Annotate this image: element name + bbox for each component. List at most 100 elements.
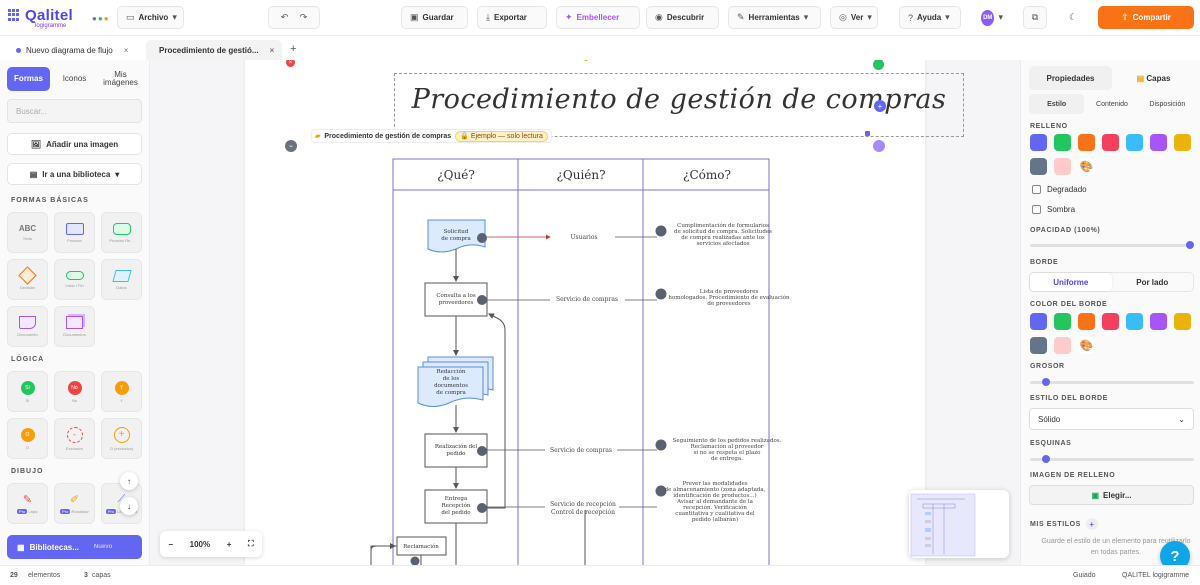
- border-color-swatch[interactable]: [1078, 313, 1095, 330]
- border-por-lado[interactable]: Por lado: [1112, 273, 1194, 291]
- shape-search-input[interactable]: Buscar...: [7, 99, 142, 123]
- diagram-canvas[interactable]: ¿Qué? ¿Quién? ¿Cómo? Solicitud de compra …: [150, 60, 1020, 565]
- dark-mode-toggle[interactable]: ☾: [1061, 6, 1085, 29]
- zoom-in-button[interactable]: +: [227, 540, 232, 549]
- logic-y[interactable]: YY: [101, 371, 142, 412]
- palette-icon[interactable]: 🎨: [1078, 337, 1095, 354]
- close-icon[interactable]: ×: [124, 46, 129, 55]
- thickness-slider[interactable]: [1030, 378, 1194, 386]
- logic-o[interactable]: OO: [7, 418, 48, 459]
- logic-no[interactable]: No No: [54, 371, 95, 412]
- border-mode-toggle: Uniforme Por lado: [1029, 272, 1194, 292]
- subtab-disposicion[interactable]: Disposición: [1140, 94, 1195, 114]
- border-color-swatch[interactable]: [1126, 313, 1143, 330]
- shape-inicio-fin[interactable]: Inicio / Fin: [54, 259, 95, 300]
- chevron-down-icon: ▾: [803, 12, 809, 22]
- present-button[interactable]: ⧉: [1023, 6, 1047, 29]
- archivo-menu-button[interactable]: ▭ Archivo ▾: [117, 6, 184, 29]
- tab-capas[interactable]: ▤ Capas: [1112, 66, 1195, 90]
- zoom-level[interactable]: 100%: [190, 540, 210, 549]
- border-color-swatch[interactable]: [1030, 313, 1047, 330]
- save-button[interactable]: ▣ Guardar: [401, 6, 468, 29]
- rotate-handle[interactable]: [873, 140, 885, 152]
- shape-documento[interactable]: Documento: [7, 306, 48, 347]
- border-color-swatch[interactable]: [1174, 313, 1191, 330]
- shape-decision[interactable]: Decisión: [7, 259, 48, 300]
- minimap[interactable]: [909, 490, 1009, 558]
- draw-lapiz[interactable]: ✎ Pro Lápiz: [7, 483, 48, 524]
- resize-handle[interactable]: [865, 131, 870, 136]
- who-label-2: Servicio de compras: [556, 296, 618, 303]
- shape-datos[interactable]: Datos: [101, 259, 142, 300]
- libraries-button[interactable]: ▦ Bibliotecas... Nuevo: [7, 535, 142, 559]
- fill-color-swatch[interactable]: [1054, 158, 1071, 175]
- logic-si[interactable]: Sí Sí: [7, 371, 48, 412]
- brand-label: QALITEL logigramme: [1122, 572, 1190, 579]
- add-tab-icon[interactable]: +: [290, 43, 296, 55]
- add-style-icon[interactable]: +: [1085, 518, 1098, 530]
- scroll-up-button[interactable]: ↑: [120, 472, 138, 490]
- shadow-checkbox[interactable]: Sombra: [1032, 205, 1075, 214]
- palette-icon[interactable]: 🎨: [1078, 158, 1095, 175]
- border-color-swatch[interactable]: [1054, 313, 1071, 330]
- subtab-estilo[interactable]: Estilo: [1029, 94, 1085, 114]
- export-button[interactable]: ⤓ Exportar: [477, 6, 547, 29]
- fill-color-swatch[interactable]: [1174, 134, 1191, 151]
- zoom-out-button[interactable]: −: [168, 540, 173, 549]
- goto-library-button[interactable]: ▤ Ir a una biblioteca ▾: [7, 163, 142, 185]
- slider-knob[interactable]: [1186, 241, 1194, 249]
- fill-color-swatch[interactable]: [1030, 134, 1047, 151]
- border-color-swatch[interactable]: [1054, 337, 1071, 354]
- border-color-swatch[interactable]: [1102, 313, 1119, 330]
- add-handle-icon[interactable]: +: [874, 100, 886, 112]
- link-handle-icon[interactable]: ⌁: [285, 140, 297, 152]
- choose-image-button[interactable]: ▣ Elegir...: [1029, 485, 1194, 505]
- corners-slider[interactable]: [1030, 455, 1194, 463]
- fill-color-swatch[interactable]: [1102, 134, 1119, 151]
- view-menu-button[interactable]: ◎ Ver ▾: [830, 6, 878, 29]
- border-uniforme[interactable]: Uniforme: [1030, 273, 1112, 291]
- tools-menu-button[interactable]: ✎ Herramientas ▾: [728, 6, 821, 29]
- scroll-down-button[interactable]: ↓: [120, 497, 138, 515]
- slider-knob[interactable]: [1042, 378, 1051, 386]
- rounded-process-icon: [112, 222, 131, 235]
- undo-icon[interactable]: ↶: [281, 12, 289, 23]
- logic-o-exclusivo[interactable]: + O (exclusivo): [101, 418, 142, 459]
- fill-color-swatch[interactable]: [1078, 134, 1095, 151]
- gradient-checkbox[interactable]: Degradado: [1032, 185, 1087, 194]
- draw-rotulador[interactable]: ✐ Pro Rotulador: [54, 483, 95, 524]
- redo-icon[interactable]: ↷: [300, 12, 308, 23]
- fill-color-swatch[interactable]: [1150, 134, 1167, 151]
- discover-button[interactable]: ◉ Descubrir: [646, 6, 719, 29]
- logic-exclusivo[interactable]: - Exclusivo: [54, 418, 95, 459]
- border-style-select[interactable]: Sólido ⌄: [1029, 408, 1194, 430]
- help-menu-button[interactable]: ? Ayuda ▾: [899, 6, 961, 29]
- shape-proceso[interactable]: Proceso: [54, 212, 95, 253]
- slider-knob[interactable]: [1042, 455, 1051, 463]
- tab-iconos[interactable]: Iconos: [53, 67, 96, 91]
- fit-screen-icon[interactable]: ⛶: [248, 539, 254, 549]
- fill-color-swatch[interactable]: [1126, 134, 1143, 151]
- tab-mis-imagenes[interactable]: Mis imágenes: [99, 67, 142, 91]
- subtab-contenido[interactable]: Contenido: [1084, 94, 1139, 114]
- add-image-button[interactable]: 🖼 Añadir una imagen: [7, 133, 142, 155]
- fill-color-swatch[interactable]: [1030, 158, 1047, 175]
- tab-nuevo-diagrama[interactable]: Nuevo diagrama de flujo ×: [8, 40, 142, 60]
- beautify-button[interactable]: ✦ Embellecer: [556, 6, 640, 29]
- border-color-swatch[interactable]: [1150, 313, 1167, 330]
- folder-icon: ▰: [315, 133, 321, 140]
- shape-proceso-redondeado[interactable]: Proceso Re...: [101, 212, 142, 253]
- opacity-slider[interactable]: [1030, 241, 1194, 249]
- user-menu[interactable]: DM ▾: [972, 6, 1012, 29]
- tab-procedimiento[interactable]: Procedimiento de gestió... ×: [146, 40, 282, 60]
- app-logo[interactable]: Qalitel logigramme ●●●: [8, 6, 109, 30]
- tab-propiedades[interactable]: Propiedades: [1029, 66, 1112, 90]
- shape-texto[interactable]: ABC Texto: [7, 212, 48, 253]
- fill-color-swatch[interactable]: [1054, 134, 1071, 151]
- shape-documentos[interactable]: Documentos: [54, 306, 95, 347]
- tab-formas[interactable]: Formas: [7, 67, 50, 91]
- share-button[interactable]: ⇪ Compartir: [1098, 6, 1194, 29]
- border-color-swatch[interactable]: [1030, 337, 1047, 354]
- close-icon[interactable]: ×: [270, 46, 275, 55]
- mode-indicator[interactable]: Guiado: [1073, 572, 1096, 579]
